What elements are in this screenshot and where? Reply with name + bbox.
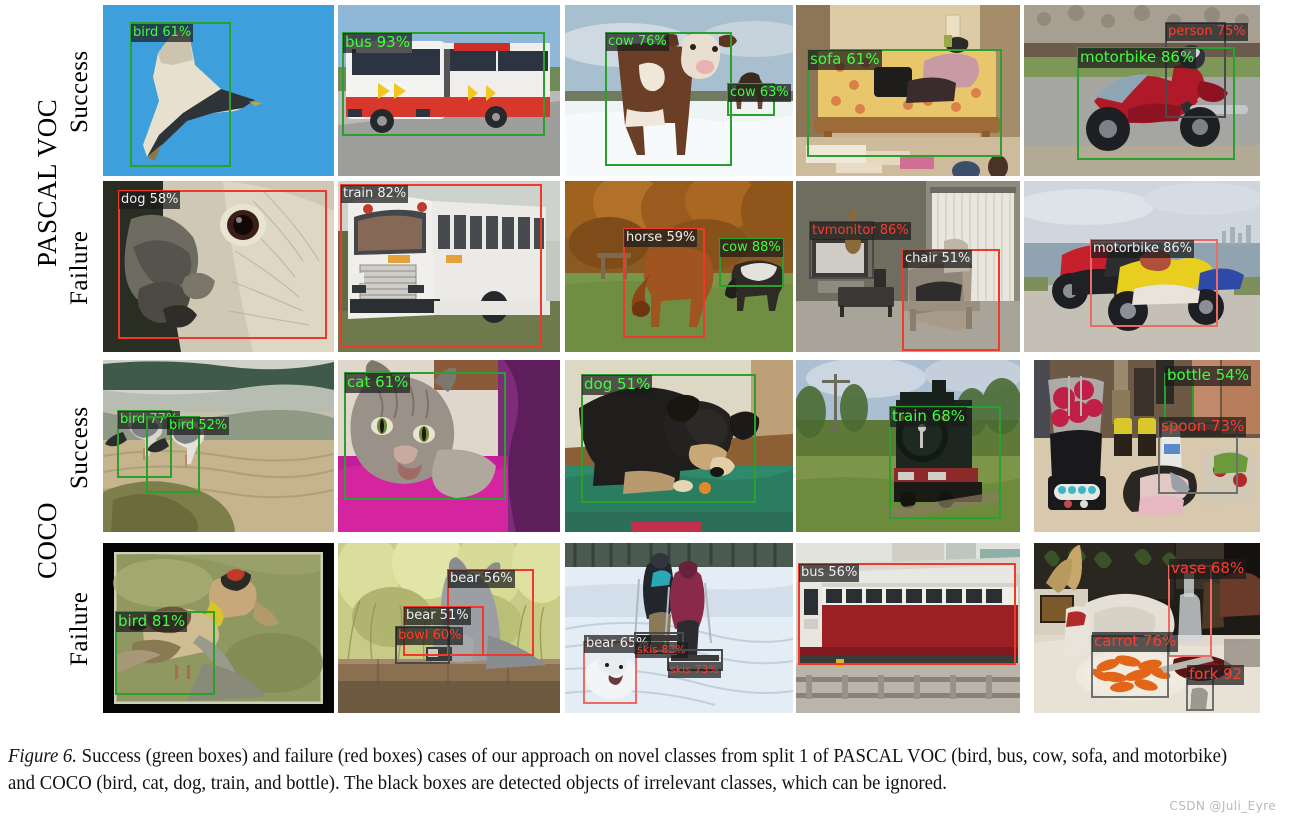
detection-label-spoon-73: spoon 73% — [1159, 417, 1247, 437]
image-cell-bird-success: bird 61% — [103, 5, 334, 176]
detection-label-bird-61: bird 61% — [131, 24, 194, 42]
detection-label-motorbike-86-failure: motorbike 86% — [1091, 240, 1194, 258]
row-state-label-success-1: Success — [66, 12, 96, 172]
detection-label-train-68: train 68% — [890, 407, 968, 427]
detection-label-fork-92: fork 92 — [1187, 665, 1245, 685]
row-state-label-failure-1: Failure — [66, 188, 96, 348]
image-cell-horse-failure: horse 59% cow 88% — [565, 181, 793, 352]
detection-label-person-75: person 75% — [1166, 23, 1248, 41]
row-state-label-failure-1-text: Failure — [66, 230, 93, 306]
row-state-label-success-2: Success — [66, 368, 96, 528]
image-cell-motorbike-success: person 75% motorbike 86% — [1024, 5, 1260, 176]
scene-white-school-bus — [338, 181, 560, 352]
figure-caption-text: Success (green boxes) and failure (red b… — [8, 746, 1228, 794]
image-cell-motorbike-failure: motorbike 86% — [1024, 181, 1260, 352]
figure-caption: Figure 6. Success (green boxes) and fail… — [8, 744, 1237, 797]
scene-two-gulls-on-rock — [103, 360, 334, 532]
detection-label-bottle-54: bottle 54% — [1165, 366, 1251, 386]
image-cell-bus-failure: bus 56% — [796, 543, 1020, 713]
detection-label-train-82: train 82% — [341, 185, 409, 203]
detection-label-dog-58: dog 58% — [119, 191, 181, 209]
detection-label-bus-93: bus 93% — [343, 33, 412, 53]
detection-label-cat-61: cat 61% — [345, 373, 411, 393]
scene-articulated-city-bus — [338, 5, 560, 176]
detection-label-bus-56: bus 56% — [799, 564, 860, 582]
dataset-label-pascal-text: PASCAL VOC — [32, 98, 62, 268]
image-cell-bus-success: bus 93% — [338, 5, 560, 176]
image-cell-train-success: train 68% — [796, 360, 1020, 532]
scene-skiers-and-white-dog-snow — [565, 543, 793, 713]
scene-cows-grazing-autumn-field — [565, 181, 793, 352]
detection-label-skis-73: skis 73% — [668, 662, 721, 678]
detection-label-skis-82: skis 82% — [635, 642, 688, 658]
detection-label-cow-63: cow 63% — [728, 84, 791, 102]
detection-label-bird-81: bird 81% — [116, 612, 188, 632]
row-state-label-failure-2-text: Failure — [66, 591, 93, 667]
detection-label-bear-56: bear 56% — [448, 570, 515, 588]
detection-label-bird-52: bird 52% — [167, 417, 230, 435]
image-cell-bear-failure-dog: bear 65% skis 82% skis 73% — [565, 543, 793, 713]
detection-label-bowl-60: bowl 60% — [396, 627, 464, 645]
image-cell-cat-success: cat 61% — [338, 360, 560, 532]
detection-label-cow-76: cow 76% — [606, 33, 669, 51]
figure-page: PASCAL VOC Success Failure COCO Success … — [0, 0, 1296, 834]
row-state-label-failure-2: Failure — [66, 548, 96, 710]
dataset-label-pascal: PASCAL VOC — [32, 18, 64, 348]
image-cell-birds-success: bird 77% bird 52% — [103, 360, 334, 532]
image-cell-train-failure: train 82% — [338, 181, 560, 352]
scene-yellow-sofa-in-room — [796, 5, 1020, 176]
detection-label-sofa-61: sofa 61% — [808, 50, 882, 70]
row-state-label-success-1-text: Success — [66, 50, 93, 134]
detection-label-chair-51: chair 51% — [903, 250, 973, 268]
image-cell-dog-success: dog 51% — [565, 360, 793, 532]
detection-label-dog-51: dog 51% — [582, 375, 653, 395]
detection-label-horse-59: horse 59% — [624, 229, 698, 247]
watermark: CSDN @Juli_Eyre — [1169, 799, 1276, 813]
image-cell-bottle-success: bottle 54% spoon 73% — [1034, 360, 1260, 532]
dataset-label-coco-text: COCO — [32, 501, 62, 579]
detection-label-carrot-76: carrot 76% — [1092, 632, 1179, 652]
image-cell-bear-failure-cat: bear 56% bear 51% bowl 60% — [338, 543, 560, 713]
detection-label-motorbike-86: motorbike 86% — [1078, 48, 1197, 68]
scene-steam-locomotive — [796, 360, 1020, 532]
image-cell-sofa-success: sofa 61% — [796, 5, 1020, 176]
detection-label-tvmonitor-86: tvmonitor 86% — [810, 222, 911, 240]
dataset-label-coco: COCO — [32, 375, 64, 705]
image-cell-bird-failure: bird 81% — [103, 543, 334, 713]
detection-label-vase-68: vase 68% — [1169, 559, 1247, 579]
row-state-label-success-2-text: Success — [66, 406, 93, 490]
image-cell-vase-failure: vase 68% carrot 76% fork 92 — [1034, 543, 1260, 713]
detection-label-cow-88: cow 88% — [720, 239, 783, 257]
image-cell-chair-failure: tvmonitor 86% chair 51% — [796, 181, 1020, 352]
scene-two-motorbikes-by-sea — [1024, 181, 1260, 352]
image-cell-cow-success: cow 76% cow 63% — [565, 5, 793, 176]
detection-label-bear-51: bear 51% — [404, 607, 471, 625]
image-cell-dog-failure: dog 58% — [103, 181, 334, 352]
figure-number: Figure 6. — [8, 746, 77, 767]
